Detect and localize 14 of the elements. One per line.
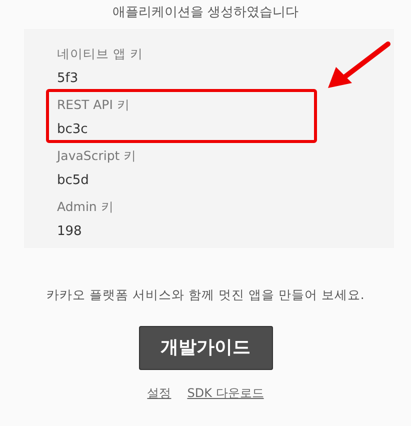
link[interactable]: SDK 다운로드 (187, 384, 264, 402)
message-text: 카카오 플랫폼 서비스와 함께 멋진 앱을 만들어 보세요. (46, 286, 366, 304)
key-value: bc3c (57, 121, 88, 139)
link[interactable]: 설정 (147, 384, 172, 402)
key-value: bc5d (57, 172, 89, 190)
key-value: 5f3 (57, 70, 78, 88)
key-label: 네이티브 앱 키 (57, 45, 143, 63)
key-value: 198 (57, 223, 82, 241)
subtitle-text: 애플리케이션을 생성하였습니다 (111, 4, 300, 22)
key-label: JavaScript 키 (57, 147, 137, 165)
key-label: REST API 키 (57, 96, 130, 114)
guide-button[interactable]: 개발가이드 (138, 326, 272, 370)
pointer-arrow (328, 42, 390, 88)
key-label: Admin 키 (57, 198, 114, 216)
